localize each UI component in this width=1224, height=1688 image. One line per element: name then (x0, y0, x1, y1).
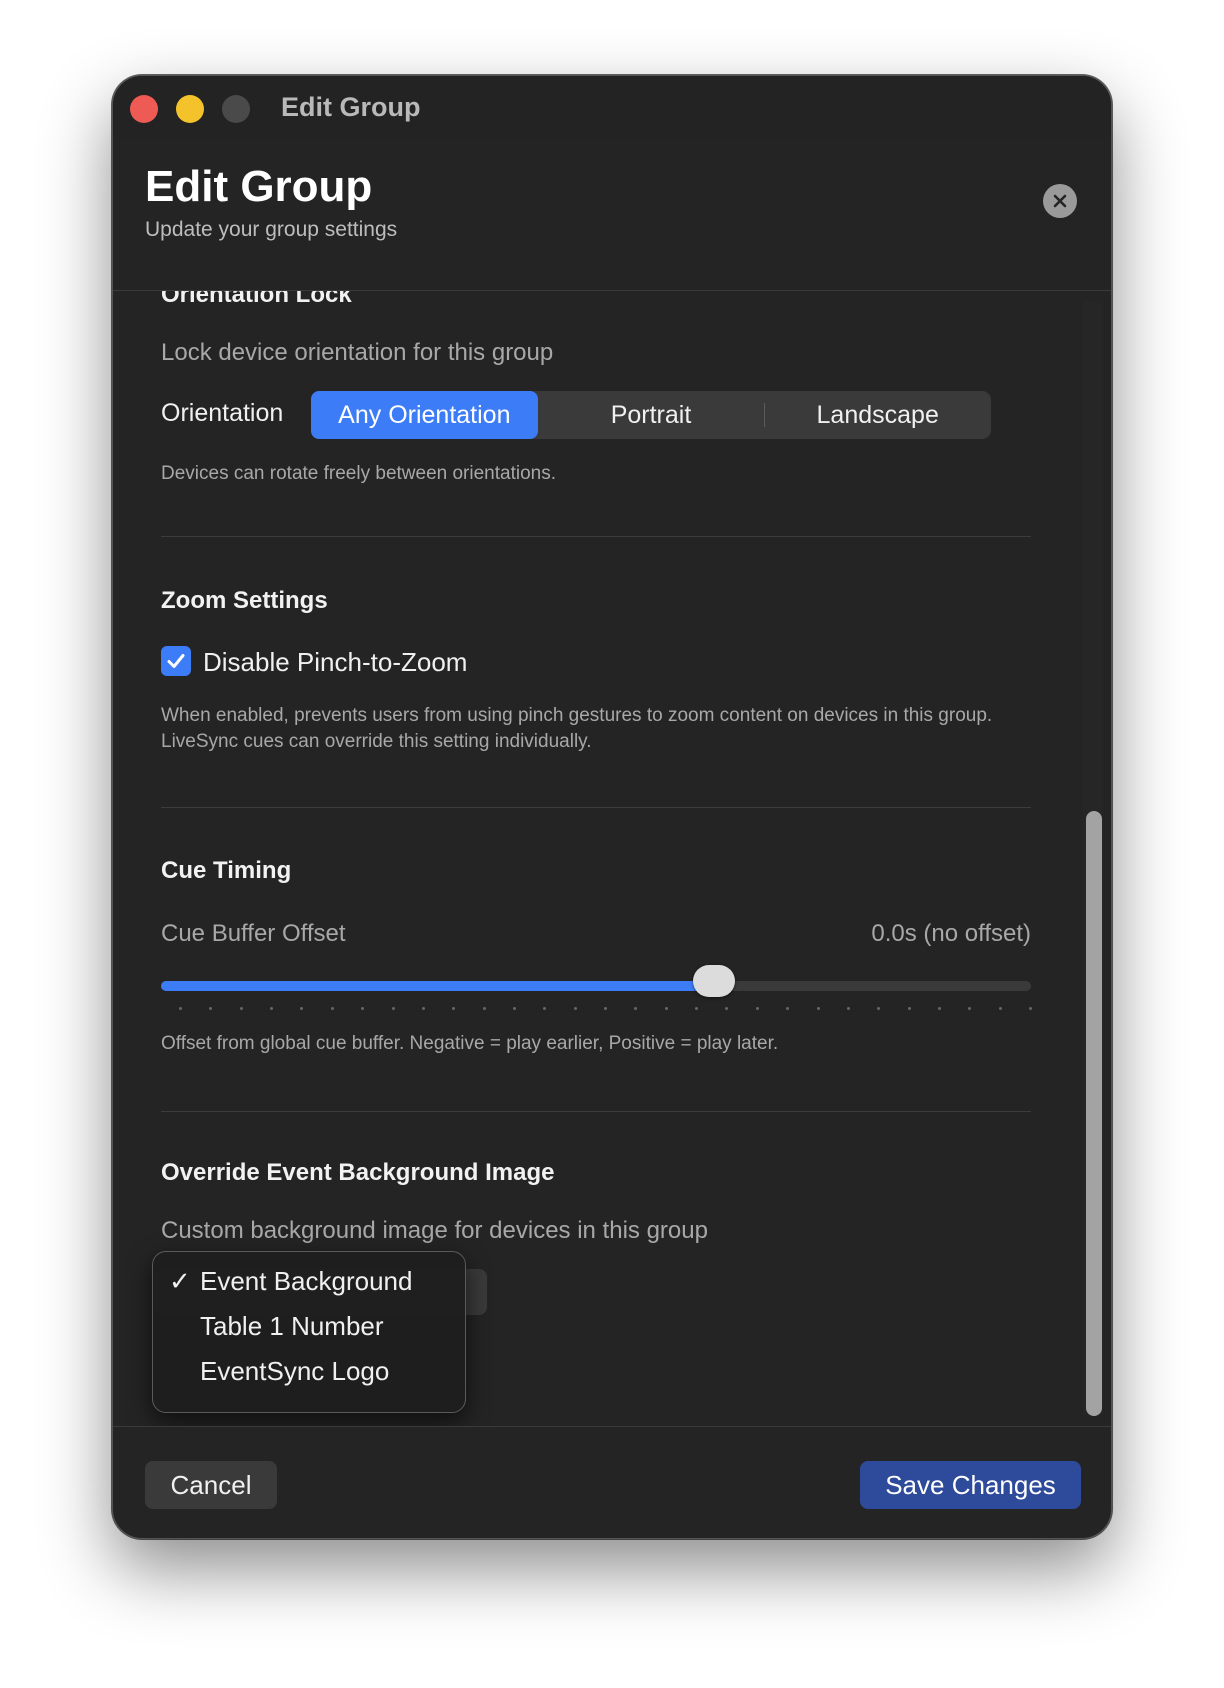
page-title: Edit Group (145, 162, 373, 211)
slider-tick (846, 1007, 850, 1010)
segment-any-orientation[interactable]: Any Orientation (311, 391, 538, 439)
background-section-title: Override Event Background Image (161, 1159, 555, 1186)
menu-item-event-background[interactable]: ✓ Event Background (153, 1258, 465, 1302)
orientation-label: Orientation (161, 399, 284, 427)
slider-tick (512, 1007, 516, 1010)
slider-tick (452, 1007, 456, 1010)
segment-separator (764, 403, 766, 427)
menu-item-label: Event Background (200, 1266, 413, 1296)
menu-item-label: EventSync Logo (200, 1356, 390, 1386)
slider-ticks (161, 1007, 1032, 1011)
slider-tick (421, 1007, 425, 1010)
footer-divider (113, 1426, 1111, 1427)
menu-item-eventsync-logo[interactable]: EventSync Logo (153, 1348, 465, 1392)
edit-group-window: Edit Group Edit Group Update your group … (112, 75, 1112, 1539)
orientation-section-title: Orientation Lock (161, 291, 352, 308)
slider-tick (270, 1007, 274, 1010)
slider-tick (786, 1007, 790, 1010)
cue-help: Offset from global cue buffer. Negative … (161, 1033, 779, 1054)
slider-tick (816, 1007, 820, 1010)
slider-tick (907, 1007, 911, 1010)
close-icon (1053, 194, 1067, 208)
checkmark-icon (167, 654, 185, 668)
slider-tick (482, 1007, 486, 1010)
slider-tick (179, 1007, 182, 1010)
cue-section-title: Cue Timing (161, 857, 292, 884)
segment-portrait[interactable]: Portrait (538, 391, 765, 439)
cue-buffer-label: Cue Buffer Offset (161, 920, 346, 947)
segment-portrait-label: Portrait (610, 400, 692, 429)
window-close-button[interactable] (130, 95, 158, 123)
slider-tick (573, 1007, 577, 1010)
cue-buffer-value: 0.0s (no offset) (871, 920, 1031, 947)
menu-checkmark-icon: ✓ (169, 1266, 191, 1296)
window-minimize-button[interactable] (176, 95, 204, 123)
settings-scroll-area[interactable]: Orientation Lock Lock device orientation… (113, 291, 1111, 1427)
slider-tick (937, 1007, 941, 1010)
page-subtitle: Update your group settings (145, 218, 398, 241)
segment-landscape-label: Landscape (816, 400, 939, 429)
orientation-description: Lock device orientation for this group (161, 339, 554, 366)
slider-tick (998, 1007, 1002, 1010)
dialog-close-button[interactable] (1043, 184, 1077, 218)
disable-pinch-zoom-checkbox[interactable] (161, 646, 191, 676)
slider-tick (300, 1007, 304, 1010)
scrollbar-thumb[interactable] (1086, 811, 1102, 1416)
slider-tick (361, 1007, 365, 1010)
section-divider (161, 807, 1031, 808)
window-title: Edit Group (281, 92, 421, 122)
slider-tick (725, 1007, 729, 1010)
section-divider (161, 1111, 1031, 1112)
cue-buffer-slider[interactable] (161, 965, 1031, 997)
slider-tick (968, 1007, 972, 1010)
slider-thumb[interactable] (693, 965, 736, 997)
slider-tick (604, 1007, 607, 1010)
segment-landscape[interactable]: Landscape (764, 391, 991, 439)
slider-tick (664, 1007, 668, 1010)
orientation-segmented-control[interactable]: Any Orientation Portrait Landscape (311, 391, 991, 439)
menu-item-table-1-number[interactable]: Table 1 Number (153, 1303, 465, 1347)
title-bar[interactable]: Edit Group (113, 76, 1111, 138)
slider-tick (391, 1007, 395, 1010)
menu-item-label: Table 1 Number (200, 1311, 384, 1341)
slider-tick (877, 1007, 881, 1010)
orientation-help: Devices can rotate freely between orient… (161, 463, 556, 484)
slider-tick (755, 1007, 759, 1010)
section-divider (161, 536, 1031, 537)
background-dropdown-menu: ✓ Event Background Table 1 Number EventS… (152, 1251, 466, 1413)
cancel-button[interactable]: Cancel (145, 1461, 277, 1509)
slider-tick (330, 1007, 334, 1010)
disable-pinch-zoom-label[interactable]: Disable Pinch-to-Zoom (203, 647, 467, 678)
window-zoom-button[interactable] (222, 95, 250, 123)
background-description: Custom background image for devices in t… (161, 1217, 708, 1244)
slider-tick (634, 1007, 638, 1010)
slider-tick (543, 1007, 547, 1010)
slider-tick (209, 1007, 213, 1010)
zoom-help: When enabled, prevents users from using … (161, 705, 993, 752)
slider-fill (161, 981, 715, 991)
slider-tick (1029, 1007, 1032, 1010)
zoom-section-title: Zoom Settings (161, 587, 328, 614)
slider-tick (239, 1007, 243, 1010)
slider-tick (695, 1007, 699, 1010)
save-changes-button[interactable]: Save Changes (860, 1461, 1081, 1509)
